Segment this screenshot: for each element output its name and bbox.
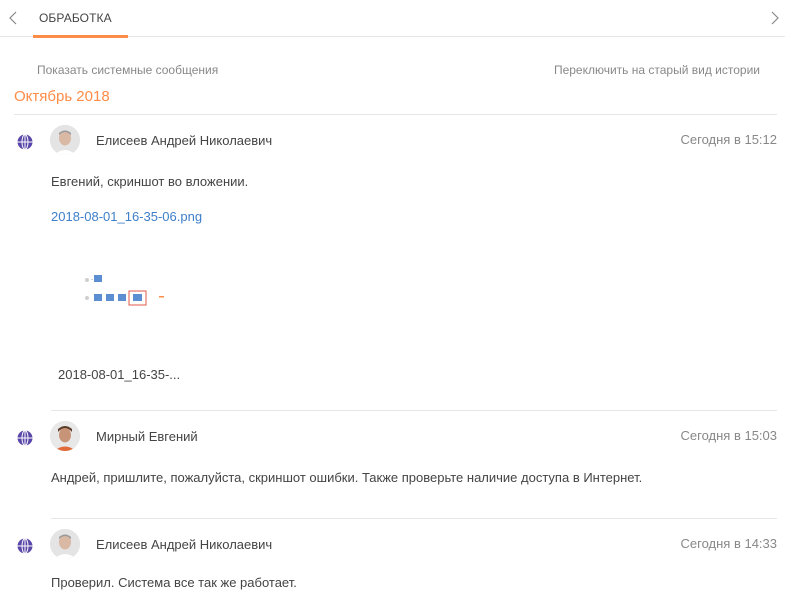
- globe-icon: [17, 134, 33, 150]
- show-system-messages-link[interactable]: Показать системные сообщения: [37, 63, 218, 77]
- message-time: Сегодня в 15:12: [680, 132, 777, 147]
- avatar[interactable]: [50, 125, 80, 155]
- attachment-thumbnail[interactable]: [51, 258, 191, 328]
- switch-history-view-link[interactable]: Переключить на старый вид истории: [554, 63, 760, 77]
- message-text: Андрей, пришлите, пожалуйста, скриншот о…: [51, 470, 643, 485]
- chevron-left-icon[interactable]: [6, 8, 20, 28]
- message-author[interactable]: Елисеев Андрей Николаевич: [96, 537, 272, 552]
- message-author[interactable]: Мирный Евгений: [96, 429, 198, 444]
- message-text: Проверил. Система все так же работает.: [51, 575, 297, 590]
- month-divider: [14, 114, 777, 115]
- month-group-title: Октябрь 2018: [14, 88, 110, 105]
- message-author[interactable]: Елисеев Андрей Николаевич: [96, 133, 272, 148]
- globe-icon: [17, 538, 33, 554]
- chevron-right-icon[interactable]: [768, 8, 782, 28]
- tab-label: ОБРАБОТКА: [39, 11, 112, 25]
- tab-bar: ОБРАБОТКА: [0, 0, 785, 38]
- tab-processing[interactable]: ОБРАБОТКА: [33, 0, 128, 38]
- attachment-caption: 2018-08-01_16-35-...: [58, 367, 181, 382]
- tab-active-indicator: [33, 35, 128, 38]
- message-text: Евгений, скриншот во вложении.: [51, 174, 249, 189]
- avatar[interactable]: [50, 529, 80, 559]
- message-divider: [51, 410, 777, 411]
- avatar[interactable]: [50, 421, 80, 451]
- message-time: Сегодня в 14:33: [680, 536, 777, 551]
- message-time: Сегодня в 15:03: [680, 428, 777, 443]
- message-divider: [51, 518, 777, 519]
- attachment-link[interactable]: 2018-08-01_16-35-06.png: [51, 209, 202, 224]
- globe-icon: [17, 430, 33, 446]
